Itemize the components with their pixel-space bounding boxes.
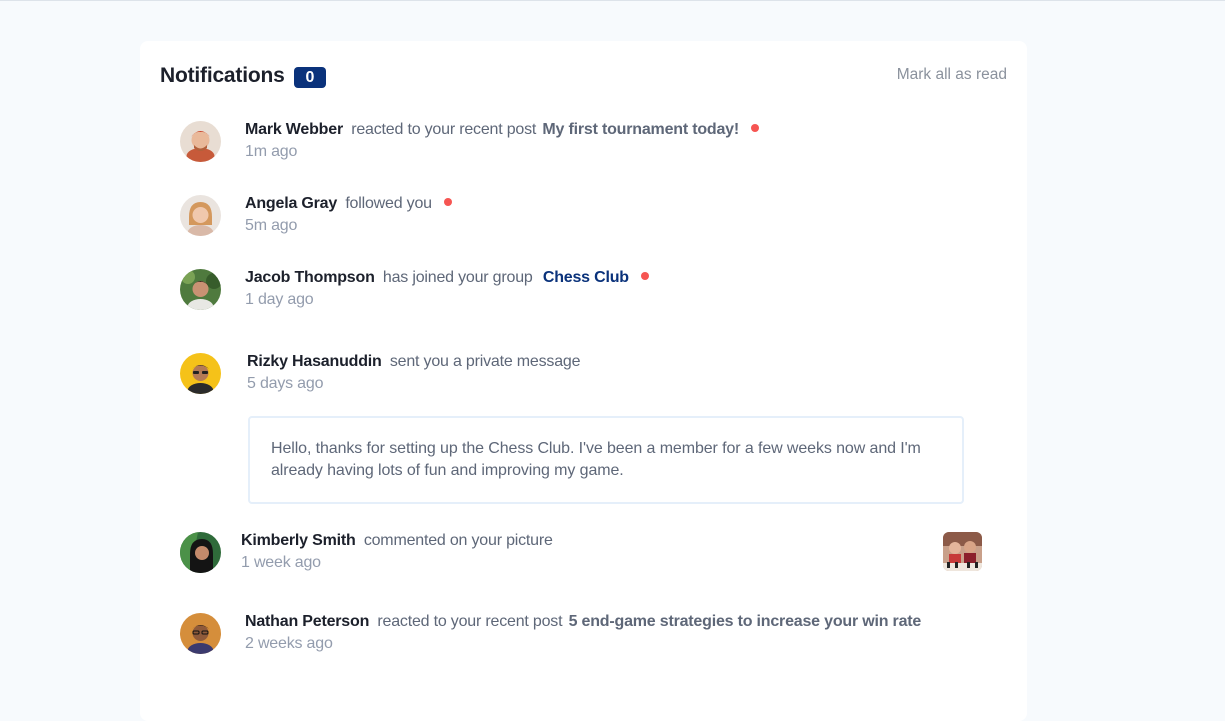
commented-picture-thumbnail[interactable]	[943, 532, 982, 571]
unread-dot	[641, 272, 650, 280]
user-name-link[interactable]: Nathan Peterson	[245, 613, 369, 630]
notification-action: reacted to your recent post	[351, 121, 537, 138]
avatar[interactable]	[180, 532, 221, 573]
avatar[interactable]	[180, 269, 221, 310]
avatar-kimberly-smith-icon	[180, 532, 221, 573]
notification-action: sent you a private message	[389, 353, 581, 370]
notification-time: 1 day ago	[245, 291, 314, 308]
post-link[interactable]: My first tournament today!	[542, 121, 739, 138]
unread-dot	[751, 124, 760, 132]
user-name-link[interactable]: Kimberly Smith	[241, 532, 356, 549]
notification-action: has joined your group	[382, 269, 533, 286]
avatar-rizky-hasanuddin-icon	[180, 353, 221, 394]
chess-picture-icon	[943, 532, 982, 571]
mark-all-as-read-button[interactable]: Mark all as read	[897, 66, 1007, 84]
avatar-angela-gray-icon	[180, 195, 221, 236]
top-divider	[0, 0, 1225, 1]
notification-time: 5 days ago	[247, 375, 324, 392]
notifications-header: Notifications 0 Mark all as read	[160, 63, 1007, 93]
notification-time: 5m ago	[245, 217, 298, 234]
avatar[interactable]	[180, 353, 221, 394]
unread-count-badge: 0	[294, 67, 326, 88]
unread-dot	[444, 198, 453, 206]
notification-action: followed you	[345, 195, 432, 212]
avatar[interactable]	[180, 121, 221, 162]
avatar-mark-webber-icon	[180, 121, 221, 162]
post-link[interactable]: 5 end-game strategies to increase your w…	[569, 613, 922, 630]
avatar[interactable]	[180, 613, 221, 654]
notification-time: 1m ago	[245, 143, 298, 160]
notification-time: 1 week ago	[241, 554, 321, 571]
notification-action: commented on your picture	[363, 532, 553, 549]
avatar-jacob-thompson-icon	[180, 269, 221, 310]
user-name-link[interactable]: Mark Webber	[245, 121, 343, 138]
notifications-card: Notifications 0 Mark all as read Mark We…	[140, 41, 1027, 721]
notification-time: 2 weeks ago	[245, 635, 333, 652]
user-name-link[interactable]: Rizky Hasanuddin	[247, 353, 382, 370]
page-title: Notifications	[160, 64, 285, 87]
avatar-nathan-peterson-icon	[180, 613, 221, 654]
user-name-link[interactable]: Jacob Thompson	[245, 269, 375, 286]
private-message-box[interactable]: Hello, thanks for setting up the Chess C…	[248, 416, 964, 504]
avatar[interactable]	[180, 195, 221, 236]
group-link[interactable]: Chess Club	[543, 269, 629, 286]
user-name-link[interactable]: Angela Gray	[245, 195, 337, 212]
notification-action: reacted to your recent post	[377, 613, 563, 630]
